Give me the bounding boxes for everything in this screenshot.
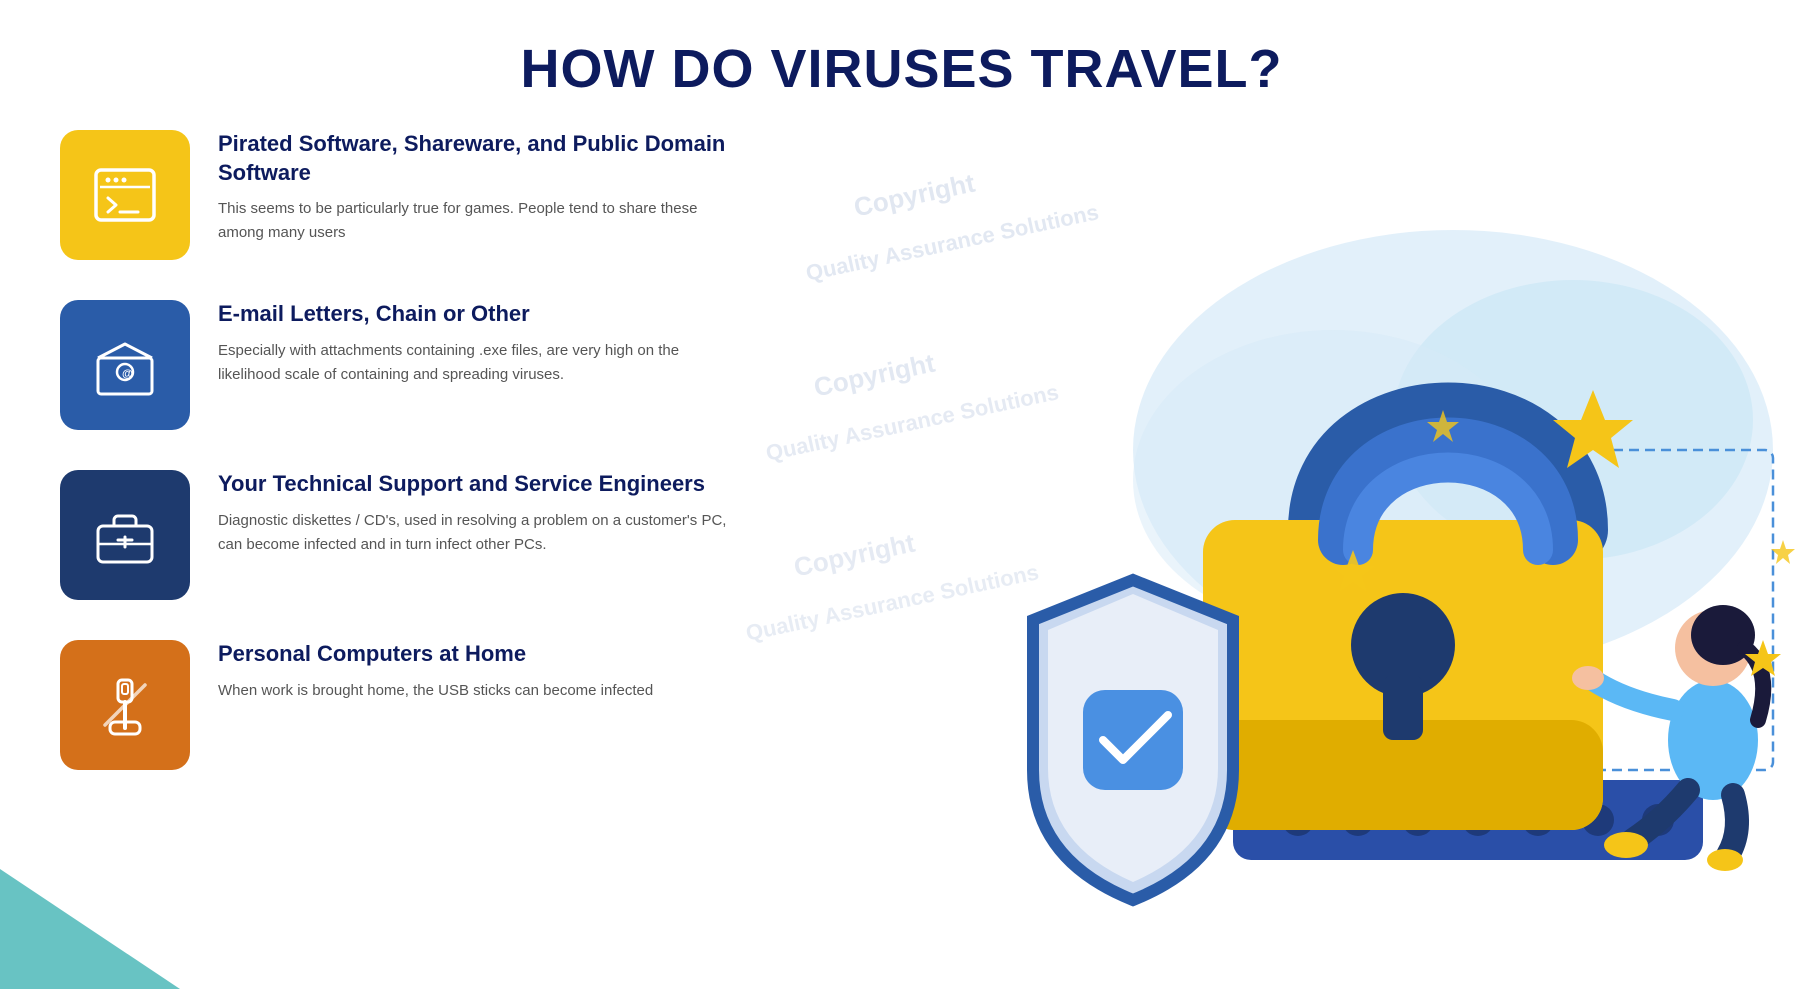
item-desc-tech: Diagnostic diskettes / CD's, used in res… bbox=[218, 509, 740, 557]
right-illustration: Copyright Quality Assurance Solutions Co… bbox=[753, 100, 1803, 960]
item-title-email: E-mail Letters, Chain or Other bbox=[218, 300, 740, 329]
teal-corner-decoration bbox=[0, 869, 180, 989]
icon-terminal bbox=[60, 130, 190, 260]
left-content: Pirated Software, Shareware, and Public … bbox=[60, 130, 740, 810]
icon-usb bbox=[60, 640, 190, 770]
page-wrapper: HOW DO VIRUSES TRAVEL? Pirated Software,… bbox=[0, 0, 1803, 989]
list-item: Pirated Software, Shareware, and Public … bbox=[60, 130, 740, 260]
icon-email: @ bbox=[60, 300, 190, 430]
item-text-pc: Personal Computers at Home When work is … bbox=[218, 640, 740, 703]
item-desc-email: Especially with attachments containing .… bbox=[218, 339, 740, 387]
item-desc-pirated: This seems to be particularly true for g… bbox=[218, 197, 740, 245]
icon-briefcase bbox=[60, 470, 190, 600]
item-title-tech: Your Technical Support and Service Engin… bbox=[218, 470, 740, 499]
item-title-pc: Personal Computers at Home bbox=[218, 640, 740, 669]
item-title-pirated: Pirated Software, Shareware, and Public … bbox=[218, 130, 740, 187]
svg-text:@: @ bbox=[122, 368, 133, 380]
item-desc-pc: When work is brought home, the USB stick… bbox=[218, 679, 740, 703]
list-item: Personal Computers at Home When work is … bbox=[60, 640, 740, 770]
item-text-tech: Your Technical Support and Service Engin… bbox=[218, 470, 740, 557]
item-text-email: E-mail Letters, Chain or Other Especiall… bbox=[218, 300, 740, 387]
list-item: Your Technical Support and Service Engin… bbox=[60, 470, 740, 600]
list-item: @ E-mail Letters, Chain or Other Especia… bbox=[60, 300, 740, 430]
item-text-pirated: Pirated Software, Shareware, and Public … bbox=[218, 130, 740, 245]
